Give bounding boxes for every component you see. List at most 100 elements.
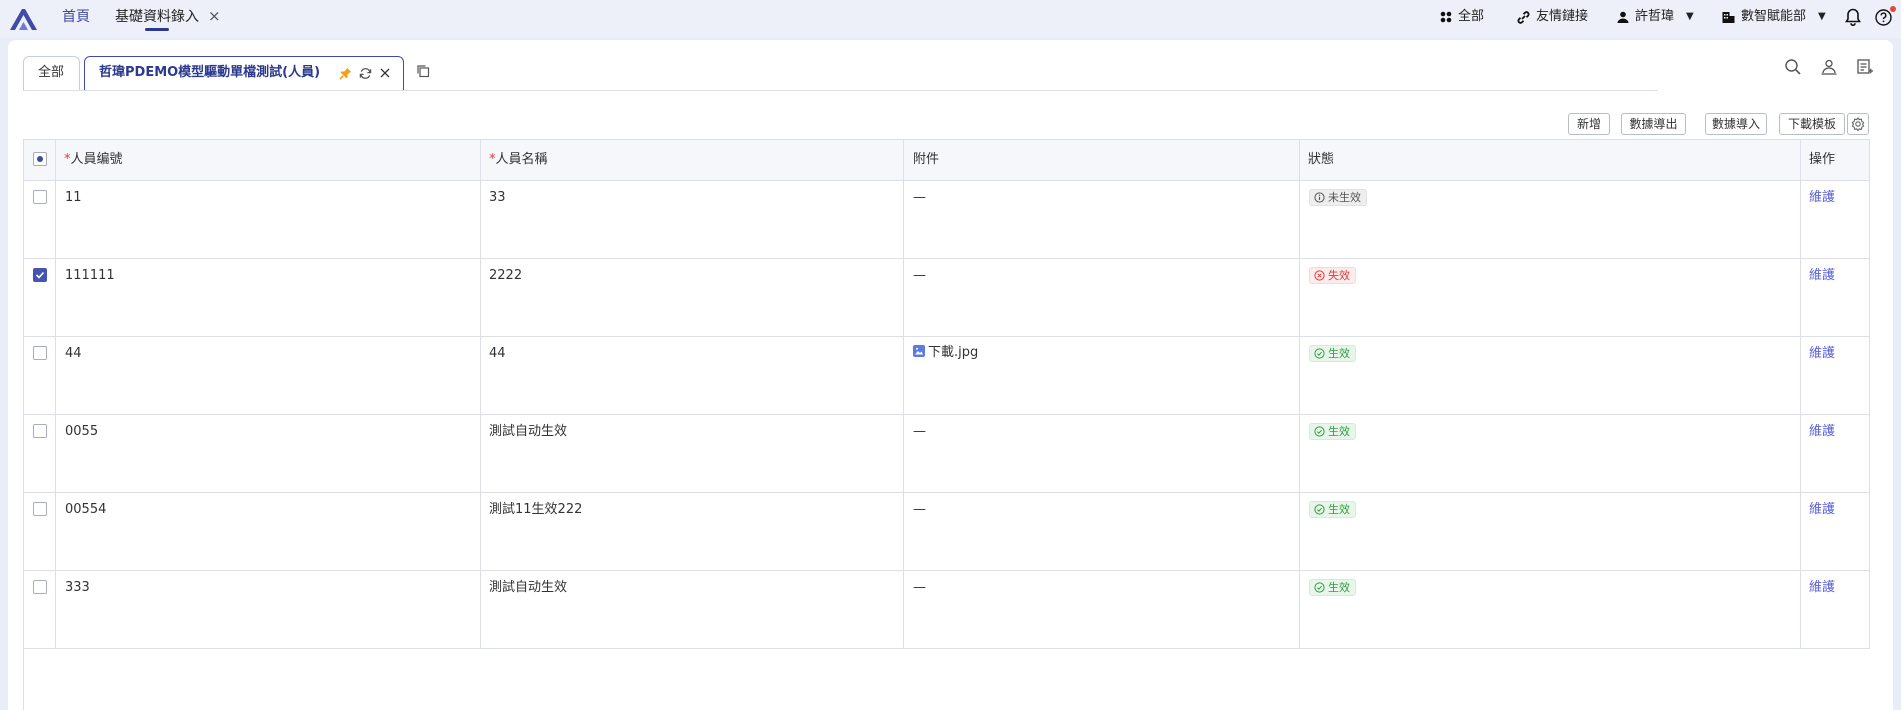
cell-code: 333	[65, 580, 90, 595]
copy-icon[interactable]	[416, 64, 430, 78]
all-apps-label: 全部	[1458, 9, 1485, 24]
gear-icon	[1851, 117, 1865, 132]
cell-code: 111111	[65, 268, 115, 283]
notification-dot	[1890, 6, 1896, 12]
image-file-icon	[913, 345, 925, 357]
cell-attachment: —	[913, 424, 926, 439]
bell-icon[interactable]	[1845, 8, 1861, 26]
table-header: *人員编號 *人員名稱 附件 狀態 操作	[24, 139, 1870, 180]
top-bar: 首頁 基礎資料錄入 × 全部 友情鏈接 許哲瑋 ▼ 數智賦能部 ▼	[0, 0, 1901, 38]
row-checkbox[interactable]	[33, 424, 47, 438]
column-header-actions[interactable]: 操作	[1809, 139, 1835, 180]
friend-links-label: 友情鏈接	[1536, 9, 1589, 24]
cell-code: 00554	[65, 502, 107, 517]
cell-name: 測試自动生效	[489, 580, 568, 595]
maintain-link[interactable]: 維護	[1809, 580, 1835, 596]
table-row[interactable]: 44 44 下載.jpg 生效 維護	[24, 336, 1870, 414]
friend-links-menu[interactable]: 友情鏈接	[1517, 9, 1588, 25]
all-apps-menu[interactable]: 全部	[1440, 9, 1484, 25]
cell-name: 44	[489, 346, 506, 361]
column-header-code[interactable]: *人員编號	[64, 139, 123, 180]
maintain-link[interactable]: 維護	[1809, 424, 1835, 440]
table-row[interactable]: 333 測試自动生效 — 生效 維護	[24, 570, 1870, 648]
help-icon[interactable]	[1875, 9, 1892, 26]
close-icon[interactable]: ×	[208, 7, 221, 25]
chevron-down-icon: ▼	[1818, 11, 1826, 22]
table-row[interactable]: 00554 測試11生效222 — 生效 維護	[24, 492, 1870, 570]
close-icon[interactable]	[379, 67, 391, 79]
row-checkbox[interactable]	[33, 190, 47, 204]
maintain-link[interactable]: 維護	[1809, 502, 1835, 518]
import-button[interactable]: 數據導入	[1705, 113, 1767, 135]
cell-attachment: —	[913, 580, 926, 595]
attachment-filename[interactable]: 下載.jpg	[928, 345, 978, 360]
building-icon	[1722, 12, 1735, 23]
data-table: *人員编號 *人員名稱 附件 狀態 操作 11 33 — 未生效 維護 1111…	[23, 139, 1870, 710]
column-header-status[interactable]: 狀態	[1308, 139, 1334, 180]
user-icon	[1617, 11, 1629, 23]
cell-attachment: —	[913, 190, 926, 205]
tab-all[interactable]: 全部	[23, 56, 80, 90]
row-checkbox[interactable]	[33, 268, 47, 282]
search-icon[interactable]	[1784, 58, 1802, 76]
top-tab-basic-data[interactable]: 基礎資料錄入	[115, 8, 199, 26]
export-button[interactable]: 數據導出	[1621, 113, 1686, 135]
maintain-link[interactable]: 維護	[1809, 346, 1835, 362]
cell-attachment: —	[913, 268, 926, 283]
refresh-icon[interactable]	[359, 67, 372, 80]
check-circle-icon	[1314, 504, 1325, 515]
cell-attachment: —	[913, 502, 926, 517]
table-row[interactable]: 11 33 — 未生效 維護	[24, 180, 1870, 258]
app-logo[interactable]	[8, 6, 40, 32]
row-checkbox[interactable]	[33, 346, 47, 360]
column-settings-button[interactable]	[1847, 113, 1869, 135]
table-row[interactable]: 0055 測試自动生效 — 生效 維護	[24, 414, 1870, 492]
check-circle-icon	[1314, 582, 1325, 593]
table-row[interactable]: 111111 2222 — 失效 維護	[24, 258, 1870, 336]
tab-active-document[interactable]: 哲瑋PDEMO模型驅動單檔測試(人員)	[84, 56, 404, 90]
chevron-down-icon: ▼	[1686, 11, 1694, 22]
filter-user-icon[interactable]	[1820, 58, 1838, 76]
status-badge: 失效	[1309, 267, 1356, 284]
cell-name: 測試11生效222	[489, 502, 583, 517]
check-circle-icon	[1314, 426, 1325, 437]
tabs-divider	[23, 90, 1658, 91]
column-header-attachment[interactable]: 附件	[913, 139, 939, 180]
form-edit-icon[interactable]	[1856, 58, 1874, 76]
cell-attachment[interactable]: 下載.jpg	[913, 345, 978, 361]
select-all-checkbox[interactable]	[33, 152, 47, 166]
maintain-link[interactable]: 維護	[1809, 268, 1835, 284]
cell-name: 33	[489, 190, 506, 205]
cell-code: 11	[65, 190, 82, 205]
row-divider	[24, 139, 1870, 140]
status-badge: 生效	[1309, 579, 1356, 596]
row-divider	[24, 648, 1870, 649]
cell-code: 44	[65, 346, 82, 361]
link-icon	[1517, 10, 1530, 24]
cell-code: 0055	[65, 424, 99, 439]
user-menu[interactable]: 許哲瑋 ▼	[1617, 9, 1694, 25]
check-icon	[35, 271, 45, 279]
cell-name: 測試自动生效	[489, 424, 568, 439]
user-name: 許哲瑋	[1635, 9, 1675, 24]
tab-active-label: 哲瑋PDEMO模型驅動單檔測試(人員)	[99, 65, 321, 80]
row-checkbox[interactable]	[33, 502, 47, 516]
status-badge: 未生效	[1309, 189, 1367, 206]
info-icon	[1314, 192, 1325, 203]
department-menu[interactable]: 數智賦能部 ▼	[1722, 9, 1826, 25]
pin-icon[interactable]	[339, 67, 352, 80]
download-template-button[interactable]: 下載模板	[1779, 113, 1845, 135]
active-tab-indicator	[145, 28, 169, 31]
tab-tools	[339, 57, 391, 89]
add-button[interactable]: 新增	[1568, 113, 1610, 135]
status-badge: 生效	[1309, 345, 1356, 362]
department-name: 數智賦能部	[1741, 9, 1807, 24]
row-checkbox[interactable]	[33, 580, 47, 594]
status-badge: 生效	[1309, 501, 1356, 518]
check-circle-icon	[1314, 348, 1325, 359]
error-icon	[1314, 270, 1325, 281]
status-badge: 生效	[1309, 423, 1356, 440]
maintain-link[interactable]: 維護	[1809, 190, 1835, 206]
column-header-name[interactable]: *人員名稱	[489, 139, 548, 180]
top-tab-home[interactable]: 首頁	[62, 8, 90, 26]
